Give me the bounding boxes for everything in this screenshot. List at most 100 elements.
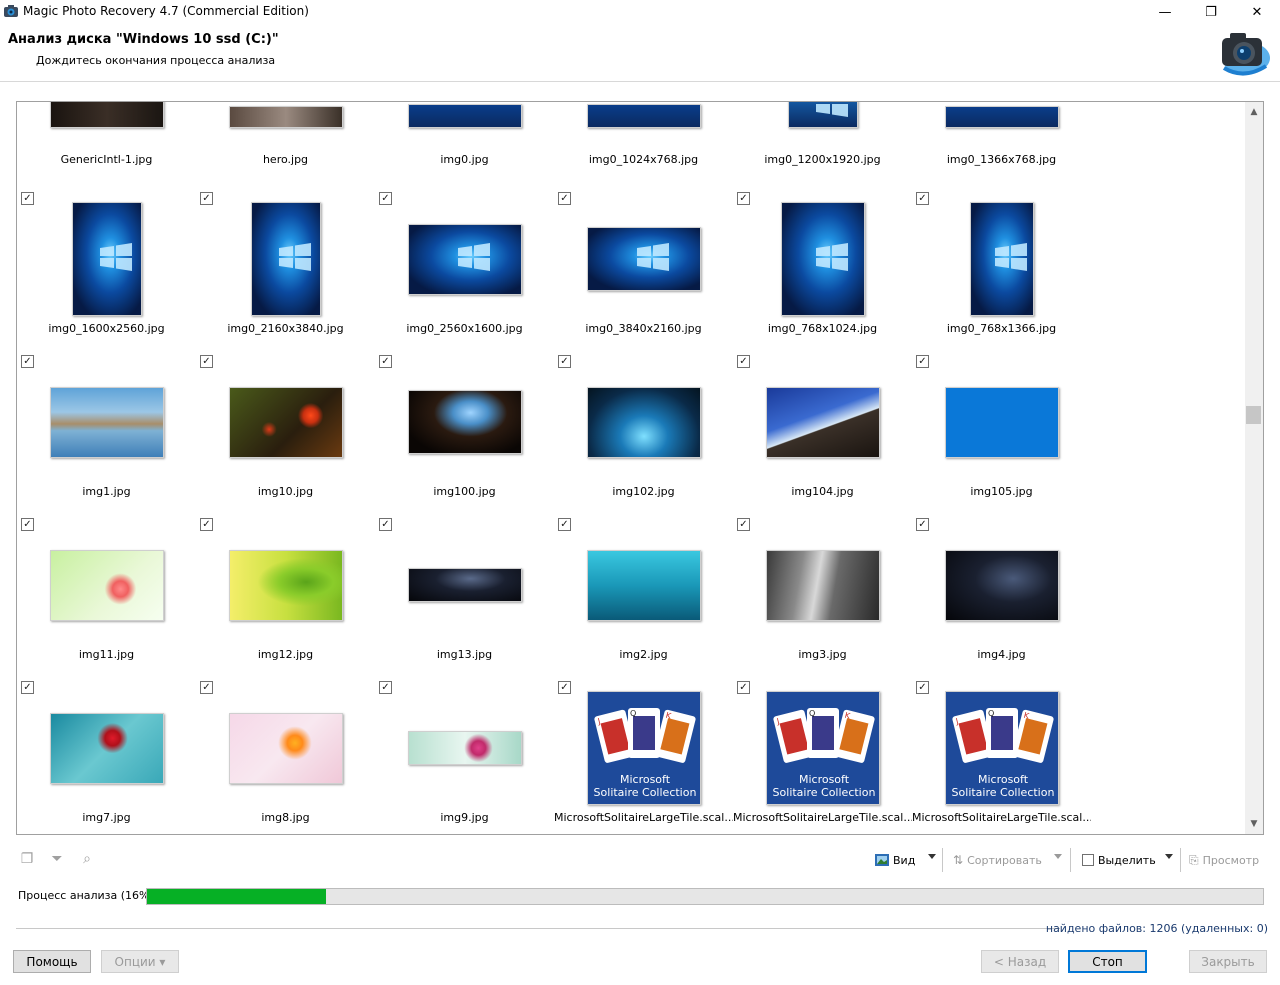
select-button[interactable]: Выделить: [1082, 850, 1156, 870]
select-dropdown-icon[interactable]: [1165, 854, 1173, 859]
file-thumbnail[interactable]: [72, 202, 142, 316]
file-thumbnail[interactable]: J Q K Microsoft Solitaire Collection: [945, 691, 1059, 805]
file-thumbnail[interactable]: [408, 390, 522, 454]
file-checkbox[interactable]: ✓: [379, 681, 392, 694]
file-tile[interactable]: ✓ J Q K Microsoft Solitaire Collection Microso…: [733, 681, 912, 834]
file-tile[interactable]: ✓ img3.jpg: [733, 518, 912, 681]
file-tile[interactable]: ✓ img12.jpg: [196, 518, 375, 681]
file-tile[interactable]: ✓ img0_768x1366.jpg: [912, 192, 1091, 355]
close-window-button[interactable]: ✕: [1234, 0, 1280, 24]
file-tile[interactable]: ✓ img11.jpg: [17, 518, 196, 681]
file-checkbox[interactable]: ✓: [737, 681, 750, 694]
file-tile[interactable]: ✓ img105.jpg: [912, 355, 1091, 518]
file-checkbox[interactable]: ✓: [737, 192, 750, 205]
back-button[interactable]: < Назад: [981, 950, 1059, 973]
file-thumbnail[interactable]: J Q K Microsoft Solitaire Collection: [766, 691, 880, 805]
file-checkbox[interactable]: ✓: [737, 355, 750, 368]
file-thumbnail[interactable]: [50, 712, 164, 784]
file-tile[interactable]: ✓ img9.jpg: [375, 681, 554, 834]
file-checkbox[interactable]: ✓: [558, 192, 571, 205]
stop-button[interactable]: Стоп: [1068, 950, 1147, 973]
file-tile[interactable]: ✓ img2.jpg: [554, 518, 733, 681]
file-tile[interactable]: ✓ img0_3840x2160.jpg: [554, 192, 733, 355]
file-checkbox[interactable]: ✓: [916, 681, 929, 694]
file-checkbox[interactable]: ✓: [558, 681, 571, 694]
file-thumbnail[interactable]: [970, 202, 1034, 316]
file-checkbox[interactable]: ✓: [558, 518, 571, 531]
file-checkbox[interactable]: ✓: [916, 518, 929, 531]
file-checkbox[interactable]: ✓: [200, 518, 213, 531]
zoom-icon[interactable]: ⌕: [78, 850, 96, 868]
file-tile[interactable]: GenericIntl-1.jpg: [17, 102, 196, 166]
file-tile[interactable]: ✓ img0_2560x1600.jpg: [375, 192, 554, 355]
file-thumbnail[interactable]: [945, 549, 1059, 621]
file-thumbnail[interactable]: [781, 202, 865, 316]
file-checkbox[interactable]: ✓: [21, 681, 34, 694]
file-thumbnail[interactable]: [229, 549, 343, 621]
file-checkbox[interactable]: ✓: [21, 518, 34, 531]
file-tile[interactable]: img0_1024x768.jpg: [554, 102, 733, 166]
file-thumbnail[interactable]: [229, 106, 343, 128]
file-checkbox[interactable]: ✓: [379, 355, 392, 368]
filter-icon[interactable]: ⏷: [48, 850, 66, 868]
file-tile[interactable]: ✓ img102.jpg: [554, 355, 733, 518]
file-tile[interactable]: ✓ img4.jpg: [912, 518, 1091, 681]
file-tile[interactable]: ✓ img8.jpg: [196, 681, 375, 834]
file-tile[interactable]: ✓ img100.jpg: [375, 355, 554, 518]
file-thumbnail[interactable]: [587, 227, 701, 291]
file-thumbnail[interactable]: [408, 223, 522, 295]
file-checkbox[interactable]: ✓: [21, 355, 34, 368]
file-checkbox[interactable]: ✓: [916, 192, 929, 205]
file-tile[interactable]: hero.jpg: [196, 102, 375, 166]
file-checkbox[interactable]: ✓: [379, 192, 392, 205]
file-thumbnail[interactable]: [945, 386, 1059, 458]
file-tile[interactable]: img0.jpg: [375, 102, 554, 166]
file-tile[interactable]: img0_1200x1920.jpg: [733, 102, 912, 166]
file-tile[interactable]: ✓ img0_768x1024.jpg: [733, 192, 912, 355]
file-checkbox[interactable]: ✓: [737, 518, 750, 531]
file-thumbnail[interactable]: [766, 549, 880, 621]
scroll-up-icon[interactable]: ▲: [1245, 104, 1263, 121]
help-button[interactable]: Помощь: [13, 950, 91, 973]
file-checkbox[interactable]: ✓: [200, 355, 213, 368]
vertical-scrollbar[interactable]: ▲ ▼: [1245, 102, 1263, 834]
file-tile[interactable]: ✓ img104.jpg: [733, 355, 912, 518]
file-thumbnail[interactable]: [229, 386, 343, 458]
file-thumbnail[interactable]: [788, 102, 858, 128]
view-dropdown-icon[interactable]: [928, 854, 936, 859]
preview-button[interactable]: ⎘ Просмотр: [1189, 850, 1259, 870]
options-button[interactable]: Опции ▾: [101, 950, 179, 973]
file-thumbnail[interactable]: [587, 549, 701, 621]
file-tile[interactable]: img0_1366x768.jpg: [912, 102, 1091, 166]
file-tile[interactable]: ✓ img13.jpg: [375, 518, 554, 681]
file-tile[interactable]: ✓ J Q K Microsoft Solitaire Collection Microso…: [554, 681, 733, 834]
file-tile[interactable]: ✓ J Q K Microsoft Solitaire Collection Microso…: [912, 681, 1091, 834]
file-checkbox[interactable]: ✓: [200, 681, 213, 694]
file-thumbnail[interactable]: [408, 104, 522, 128]
file-thumbnail[interactable]: [50, 386, 164, 458]
copy-icon[interactable]: ❐: [18, 850, 36, 868]
file-thumbnail[interactable]: [50, 549, 164, 621]
file-thumbnail[interactable]: [945, 106, 1059, 128]
file-checkbox[interactable]: ✓: [558, 355, 571, 368]
file-checkbox[interactable]: ✓: [379, 518, 392, 531]
file-thumbnail[interactable]: [251, 202, 321, 316]
view-button[interactable]: Вид: [875, 850, 915, 870]
file-tile[interactable]: ✓ img10.jpg: [196, 355, 375, 518]
scroll-thumb[interactable]: [1246, 406, 1261, 424]
sort-dropdown-icon[interactable]: [1054, 854, 1062, 859]
sort-button[interactable]: ⇅ Сортировать: [953, 850, 1042, 870]
file-tile[interactable]: ✓ img7.jpg: [17, 681, 196, 834]
file-checkbox[interactable]: ✓: [916, 355, 929, 368]
file-thumbnail[interactable]: [408, 568, 522, 602]
file-thumbnail[interactable]: [587, 104, 701, 128]
close-button[interactable]: Закрыть: [1189, 950, 1267, 973]
file-thumbnail-view[interactable]: GenericIntl-1.jpg hero.jpg img0.jpg img0_10…: [16, 101, 1264, 835]
file-tile[interactable]: ✓ img0_1600x2560.jpg: [17, 192, 196, 355]
minimize-button[interactable]: —: [1142, 0, 1188, 24]
file-thumbnail[interactable]: [229, 712, 343, 784]
file-tile[interactable]: ✓ img0_2160x3840.jpg: [196, 192, 375, 355]
file-checkbox[interactable]: ✓: [21, 192, 34, 205]
file-thumbnail[interactable]: [408, 731, 522, 765]
file-thumbnail[interactable]: J Q K Microsoft Solitaire Collection: [587, 691, 701, 805]
